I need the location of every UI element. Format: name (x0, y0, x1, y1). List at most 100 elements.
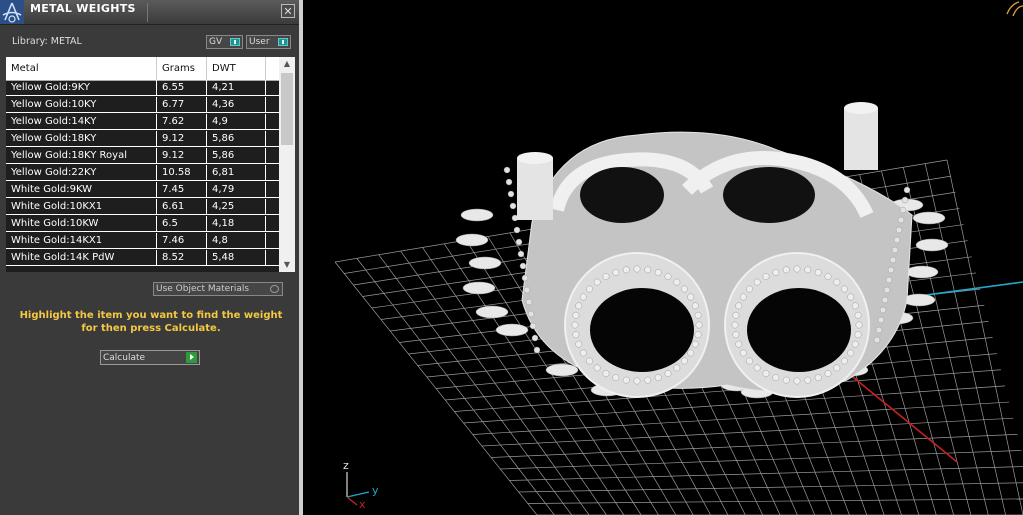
top-opening-right (723, 167, 815, 223)
bead (793, 377, 801, 385)
dwt-cell: 4,18 (207, 216, 266, 231)
bead (903, 186, 911, 194)
column-header-grams[interactable]: Grams (157, 57, 207, 80)
bead (695, 321, 703, 329)
radio-icon (270, 285, 279, 293)
bead (889, 256, 897, 264)
table-scrollbar[interactable]: ▲ ▼ (279, 57, 295, 272)
user-toggle[interactable]: User (246, 35, 291, 49)
dwt-cell: 5,48 (207, 250, 266, 265)
metal-cell: Yellow Gold:9KY (6, 80, 157, 95)
partial-gizmo-icon (1006, 1, 1023, 17)
table-row[interactable]: Yellow Gold:18KY 9.12 5,86 (6, 131, 279, 147)
table-row[interactable]: White Gold:10KX1 6.61 4,25 (6, 199, 279, 215)
table-row[interactable]: Yellow Gold:14KY 7.62 4,9 (6, 114, 279, 130)
viewport-canvas[interactable]: z y x (307, 0, 1023, 515)
metal-table: Metal Grams DWT Yellow Gold:9KY 6.55 4,21 Y… (6, 57, 295, 272)
bead (681, 285, 688, 293)
dwt-cell: 6,81 (207, 165, 266, 180)
bead (901, 196, 909, 204)
bead (753, 278, 761, 286)
bead (804, 376, 812, 384)
metal-cell: Yellow Gold:14KY (6, 114, 157, 129)
3d-viewport[interactable]: z y x (307, 0, 1023, 515)
gv-toggle[interactable]: GV (206, 35, 243, 49)
bead (855, 321, 863, 329)
grams-cell: 10.58 (157, 165, 207, 180)
scroll-thumb[interactable] (281, 73, 293, 145)
bead (739, 293, 747, 301)
table-row[interactable]: White Gold:14KX1 7.46 4,8 (6, 233, 279, 249)
bead (515, 238, 523, 246)
bead (833, 278, 841, 286)
grams-cell: 7.45 (157, 182, 207, 197)
grid-line (518, 482, 1023, 493)
bead (664, 370, 672, 377)
use-object-materials-toggle[interactable]: Use Object Materials (153, 282, 283, 296)
bead (654, 374, 662, 382)
grid-line (500, 450, 1022, 470)
bead (694, 311, 702, 319)
sprue-left-top (517, 152, 553, 164)
bead (899, 206, 907, 214)
library-label: Library: METAL (12, 36, 82, 47)
scroll-down-arrow-icon[interactable]: ▼ (279, 258, 295, 272)
bead (664, 273, 672, 280)
toggle-switch-icon (278, 38, 288, 46)
bead (883, 286, 891, 294)
table-row[interactable]: White Gold:10KW 6.5 4,18 (6, 216, 279, 232)
bead (793, 265, 801, 273)
bead (691, 340, 699, 348)
calculate-button[interactable]: Calculate (100, 350, 200, 365)
bead (533, 346, 541, 354)
table-row[interactable]: Yellow Gold:18KY Royal 9.12 5,86 (6, 148, 279, 164)
title-divider (147, 3, 148, 22)
bead (735, 340, 743, 348)
y-axis-label: y (372, 484, 379, 497)
bead (891, 246, 899, 254)
grid-line (946, 159, 1023, 515)
bead (531, 334, 539, 342)
table-row[interactable]: Yellow Gold:10KY 6.77 4,36 (6, 97, 279, 113)
bead (851, 340, 859, 348)
bead (833, 364, 841, 372)
bead (782, 266, 790, 274)
bead (772, 268, 780, 276)
gv-toggle-label: GV (209, 37, 223, 47)
bead (633, 265, 641, 273)
dwt-cell: 5,86 (207, 148, 266, 163)
table-row[interactable]: Yellow Gold:9KY 6.55 4,21 (6, 80, 279, 96)
prong (545, 363, 579, 377)
close-button[interactable]: ✕ (281, 4, 295, 18)
bead (814, 374, 822, 382)
panel-titlebar[interactable]: METAL WEIGHTS ✕ (0, 0, 299, 25)
bead (762, 370, 770, 377)
grams-cell: 6.77 (157, 97, 207, 112)
table-row[interactable]: White Gold:14K PdW 8.52 5,48 (6, 250, 279, 266)
scroll-up-arrow-icon[interactable]: ▲ (279, 57, 295, 71)
dwt-cell: 4,8 (207, 233, 266, 248)
table-row[interactable]: White Gold:9KW 7.45 4,79 (6, 182, 279, 198)
bead (877, 316, 885, 324)
prong (468, 256, 502, 270)
column-header-dwt[interactable]: DWT (207, 57, 266, 80)
metal-weights-panel: METAL WEIGHTS ✕ Library: METAL GV User M… (0, 0, 303, 515)
bead (841, 285, 848, 293)
bead (579, 293, 587, 301)
dwt-cell: 4,9 (207, 114, 266, 129)
bead (873, 336, 881, 344)
bead (527, 310, 535, 318)
bead (654, 268, 662, 276)
column-header-metal[interactable]: Metal (6, 57, 157, 80)
grams-cell: 9.12 (157, 148, 207, 163)
bead (644, 376, 652, 384)
bead (513, 226, 521, 234)
dwt-cell: 4,36 (207, 97, 266, 112)
table-row[interactable]: Yellow Gold:22KY 10.58 6,81 (6, 165, 279, 181)
bead (735, 302, 743, 310)
bead (691, 302, 699, 310)
top-opening-left (580, 167, 664, 223)
bead (505, 178, 513, 186)
metal-cell: White Gold:10KW (6, 216, 157, 231)
bead (732, 311, 740, 319)
